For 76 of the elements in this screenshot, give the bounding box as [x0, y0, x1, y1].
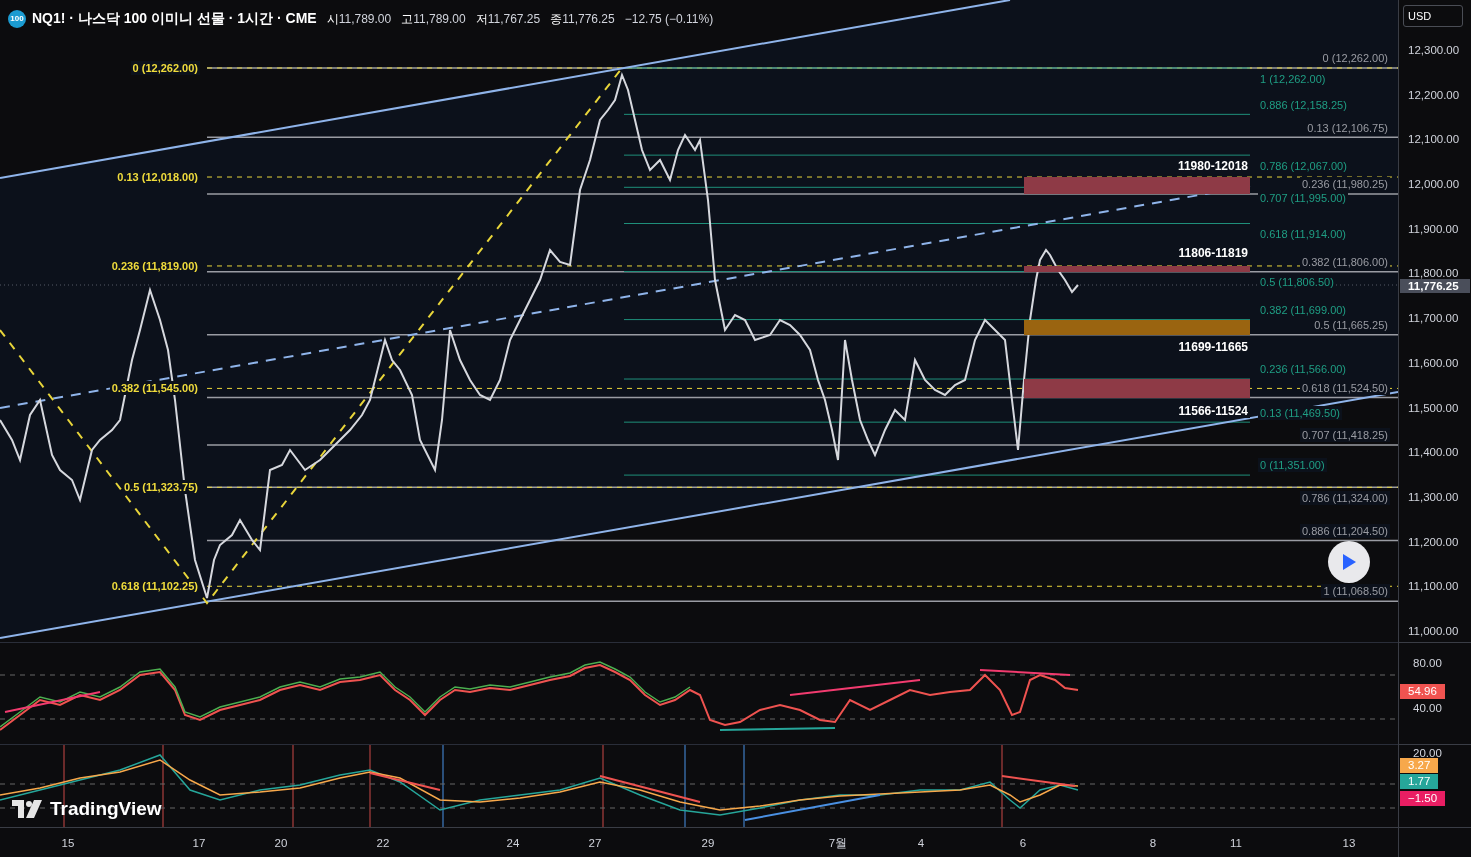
time-tick: 7월: [828, 836, 848, 850]
zone-label: 11980-12018: [1175, 159, 1250, 173]
zone-label: 11699-11665: [1176, 340, 1250, 354]
exchange-badge: 100: [8, 9, 26, 28]
fib-level-label: 0.5 (11,665.25): [1312, 318, 1390, 332]
fib-level-label: 0 (12,262.00): [130, 60, 200, 75]
price-change: −12.75 (−0.11%): [624, 10, 714, 28]
price-tick: 12,300.00: [1408, 44, 1460, 56]
ohlc-value: 저11,767.25: [475, 10, 541, 28]
rsi-tick: 80.00: [1413, 657, 1442, 669]
fib-level-label: 1 (11,068.50): [1321, 584, 1390, 598]
fib-level-label: 0.618 (11,914.00): [1258, 227, 1349, 241]
symbol-title[interactable]: NQ1! · 나스닥 100 이미니 선물 · 1시간 · CME: [32, 8, 317, 29]
fib-level-label: 0.382 (11,806.00): [1299, 255, 1390, 269]
price-tick: 12,000.00: [1408, 178, 1460, 191]
price-tick: 11,600.00: [1408, 356, 1459, 369]
fib-level-label: 0 (11,351.00): [1258, 458, 1327, 472]
fib-level-label: 0.13 (12,018.00): [115, 170, 200, 184]
time-tick: 17: [192, 836, 206, 850]
macd-tick: 20.00: [1413, 747, 1442, 759]
price-tick: 11,900.00: [1408, 222, 1459, 235]
fib-level-label: 0.618 (11,524.50): [1299, 381, 1390, 395]
price-tick: 12,100.00: [1408, 133, 1460, 146]
macd-value-badge: −1.50: [1400, 791, 1446, 806]
last-price-badge: 11,776.25: [1400, 279, 1470, 293]
fib-level-label: 0.786 (11,324.00): [1299, 491, 1390, 505]
time-tick: 11: [1230, 836, 1242, 850]
fib-level-label: 0.886 (12,158.25): [1258, 98, 1349, 112]
fib-level-label: 0 (12,262.00): [1320, 51, 1390, 65]
fib-level-label: 0.382 (11,699.00): [1258, 303, 1349, 317]
price-tick: 11,400.00: [1408, 446, 1459, 459]
fib-level-label: 0.886 (11,204.50): [1299, 524, 1390, 538]
time-tick: 4: [917, 836, 925, 850]
fib-level-label: 0.707 (11,995.00): [1258, 191, 1349, 205]
price-tick: 11,000.00: [1408, 624, 1459, 637]
zone-label: 11566-11524: [1176, 404, 1250, 418]
fib-level-label: 1 (12,262.00): [1258, 72, 1328, 86]
fib-level-label: 0.5 (11,806.50): [1258, 275, 1336, 289]
fib-level-label: 0.13 (11,469.50): [1258, 406, 1342, 420]
ohlc-value: 고11,789.00: [401, 10, 466, 28]
fib-level-label: 0.236 (11,566.00): [1258, 362, 1349, 376]
time-tick: 6: [1019, 836, 1027, 850]
logo-icon: [12, 800, 44, 818]
price-tick: 11,200.00: [1408, 535, 1459, 548]
time-tick: 22: [376, 836, 390, 850]
price-tick: 11,100.00: [1408, 580, 1459, 593]
currency-box[interactable]: USD: [1403, 5, 1463, 27]
play-icon: [1341, 553, 1357, 571]
fib-level-label: 0.13 (12,106.75): [1305, 121, 1390, 135]
time-tick: 29: [701, 836, 715, 850]
time-tick: 13: [1342, 836, 1356, 850]
macd-value-badge: 3.27: [1400, 758, 1439, 773]
time-tick: 24: [506, 836, 520, 850]
macd-value-badge: 1.77: [1400, 774, 1439, 789]
ohlc-value: 종11,776.25: [550, 10, 615, 28]
play-button[interactable]: [1328, 541, 1370, 583]
ohlc-value: 시11,789.00: [326, 10, 392, 28]
fib-level-label: 0.618 (11,102.25): [109, 579, 200, 594]
fib-level-label: 0.5 (11,323.75): [122, 480, 200, 495]
price-tick: 11,500.00: [1408, 401, 1459, 414]
fib-level-label: 0.382 (11,545.00): [109, 381, 200, 396]
price-tick: 11,700.00: [1408, 312, 1459, 325]
price-tick: 12,200.00: [1408, 88, 1460, 101]
fib-level-label: 0.236 (11,980.25): [1299, 177, 1390, 191]
time-tick: 27: [588, 836, 602, 850]
price-tick: 11,300.00: [1408, 490, 1459, 503]
time-tick: 8: [1149, 836, 1157, 850]
time-tick: 20: [274, 836, 288, 850]
logo-text[interactable]: TradingView: [50, 798, 162, 820]
price-tick: 11,800.00: [1408, 267, 1459, 280]
fib-level-label: 0.786 (12,067.00): [1258, 159, 1349, 173]
fib-level-label: 0.707 (11,418.25): [1299, 428, 1390, 442]
zone-label: 11806-11819: [1176, 246, 1250, 260]
rsi-tick: 40.00: [1413, 702, 1442, 714]
rsi-value-badge: 54.96: [1400, 684, 1445, 699]
time-tick: 15: [61, 836, 75, 850]
